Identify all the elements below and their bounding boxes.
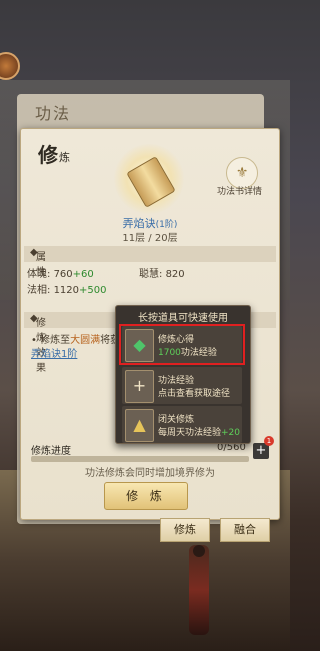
attributes-header: ◆ 属性 bbox=[24, 246, 276, 278]
stat-conghui: 聪慧: 820 bbox=[139, 269, 185, 280]
hint-text: 功法修炼会同时增加境界修为 bbox=[85, 468, 215, 479]
notification-badge: 1 bbox=[264, 436, 274, 446]
item-name: 功法经验 bbox=[158, 376, 195, 386]
selection-highlight bbox=[119, 324, 245, 365]
plus-icon: + bbox=[125, 370, 154, 403]
panel-title-small: 炼 bbox=[59, 151, 70, 164]
scroll-body bbox=[126, 156, 176, 208]
layer-text: 11层 / 20层 bbox=[122, 233, 178, 244]
effect-link[interactable]: 弄焰诀1阶 bbox=[31, 349, 77, 360]
tab-practice[interactable]: 修炼 bbox=[160, 518, 210, 542]
popup-title: 长按道具可快速使用 bbox=[138, 313, 228, 324]
tab-fusion[interactable]: 融合 bbox=[220, 518, 270, 542]
popup-item-biguan[interactable]: ▲ 闭关修炼 每周天功法经验+20 bbox=[122, 406, 242, 443]
book-detail-label[interactable]: 功法书详情 bbox=[217, 184, 262, 197]
character-head bbox=[193, 545, 205, 557]
item-desc: 每周天功法经验+20 bbox=[158, 428, 241, 438]
popup-item-gongfa-exp[interactable]: + 功法经验 点击查看获取途径 bbox=[122, 367, 242, 404]
progress-bar bbox=[31, 456, 249, 462]
panel-title: 修 bbox=[38, 143, 58, 167]
attributes-header-label: ◆ 属性 bbox=[30, 247, 46, 278]
closed-practice-icon: ▲ bbox=[125, 409, 154, 442]
quick-use-popup: 长按道具可快速使用 ◆ 修炼心得 1700功法经验 + 功法经验 点击查看获取途… bbox=[115, 305, 251, 444]
item-desc: 点击查看获取途径 bbox=[158, 389, 231, 399]
character-figure bbox=[189, 545, 209, 635]
top-left-avatar-icon[interactable] bbox=[0, 52, 20, 80]
practice-button[interactable]: 修 炼 bbox=[104, 482, 188, 510]
scroll-icon[interactable] bbox=[114, 144, 184, 214]
stat-faxiang: 法相: 1120+500 bbox=[27, 285, 107, 296]
effect-header-label: ◆ 修炼效果 bbox=[30, 313, 46, 374]
stat-tipo: 体魄: 760+60 bbox=[27, 269, 94, 280]
item-name: 闭关修炼 bbox=[158, 415, 195, 425]
progress-label: 修炼进度 bbox=[31, 446, 71, 457]
background-title: 功法 bbox=[35, 104, 72, 123]
